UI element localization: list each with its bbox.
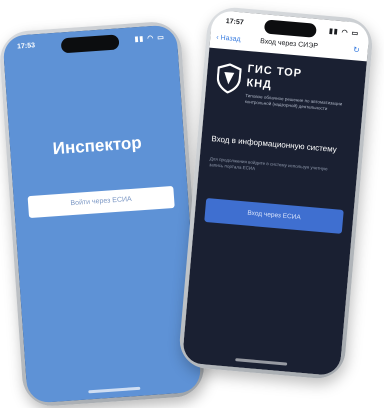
phone-left: 17:53 ▮▮ ◠ ▭ Инспектор Войти через ЕСИА — [0, 20, 206, 408]
phone-right: 17:57 ▮▮ ◠ ▭ ‹ Назад Вход через СИЭР ↻ Г… — [177, 5, 375, 381]
phone-right-screen: 17:57 ▮▮ ◠ ▭ ‹ Назад Вход через СИЭР ↻ Г… — [181, 9, 371, 377]
shield-logo-icon — [216, 63, 242, 94]
promo-stage: 17:53 ▮▮ ◠ ▭ Инспектор Войти через ЕСИА … — [0, 0, 384, 408]
login-subtext: Для продолжения войдите в систему исполь… — [209, 156, 328, 172]
home-indicator — [88, 386, 141, 394]
status-time: 17:57 — [225, 17, 244, 27]
dynamic-island — [60, 34, 120, 54]
brand-name-line2: КНД — [245, 77, 273, 92]
refresh-icon[interactable]: ↻ — [353, 45, 360, 55]
login-heading: Вход в информационную систему — [211, 134, 338, 155]
status-icons: ▮▮ ◠ ▭ — [328, 28, 360, 38]
brand-description: Типовое облачное решение по автоматизаци… — [244, 92, 343, 112]
login-panel: ГИС ТОР КНД Типовое облачное решение по … — [181, 47, 367, 377]
status-icons: ▮▮ ◠ ▭ — [134, 34, 166, 44]
app-title: Инспектор — [52, 133, 143, 159]
status-time: 17:53 — [16, 42, 36, 51]
dynamic-island — [263, 19, 317, 38]
esia-login-button[interactable]: Вход через ЕСИА — [204, 197, 344, 234]
esia-login-button[interactable]: Войти через ЕСИА — [27, 185, 175, 219]
phone-left-screen: 17:53 ▮▮ ◠ ▭ Инспектор Войти через ЕСИА — [2, 24, 202, 404]
